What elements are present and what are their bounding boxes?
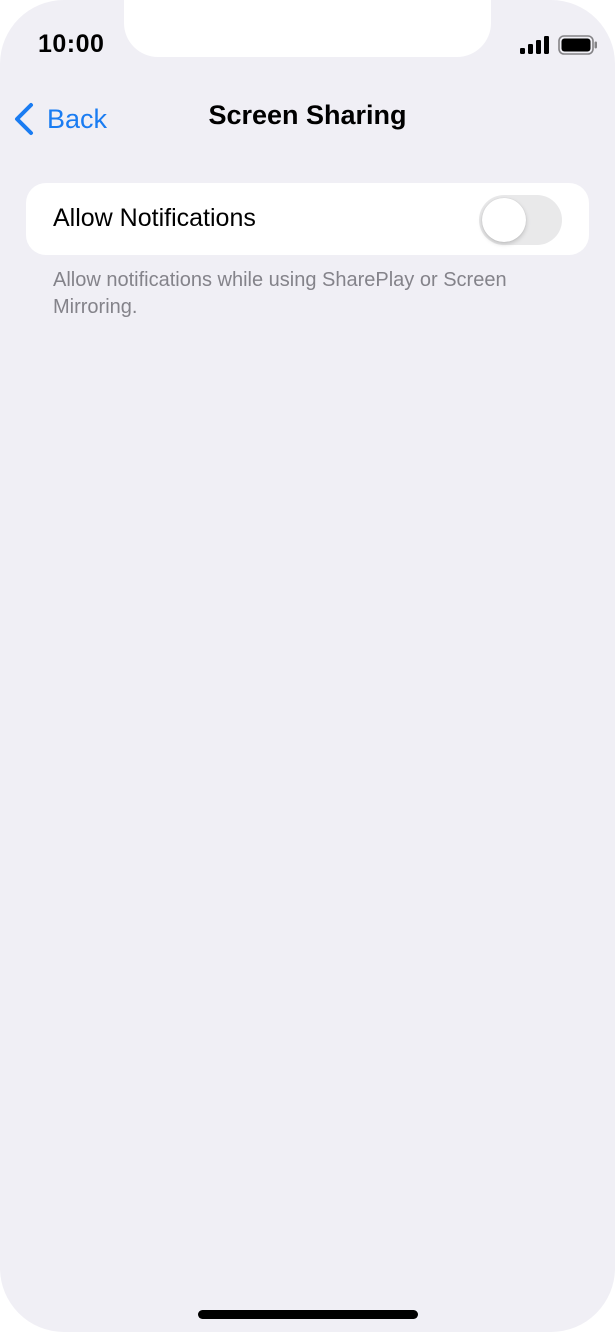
battery-full-icon (558, 35, 597, 55)
phone-screen: 10:00 Back Screen Sharing Allow Notifica… (0, 0, 615, 1332)
back-button[interactable]: Back (12, 98, 107, 140)
status-time: 10:00 (38, 30, 105, 58)
chevron-left-icon (15, 103, 33, 135)
home-indicator[interactable] (198, 1310, 418, 1319)
device-notch (124, 0, 491, 57)
cellular-signal-icon (520, 36, 549, 54)
settings-footnote: Allow notifications while using SharePla… (53, 269, 507, 318)
allow-notifications-label: Allow Notifications (53, 204, 256, 232)
toggle-knob (482, 198, 526, 242)
allow-notifications-toggle[interactable] (479, 195, 562, 245)
back-button-label: Back (47, 103, 108, 134)
settings-group: Allow Notifications (26, 183, 589, 255)
